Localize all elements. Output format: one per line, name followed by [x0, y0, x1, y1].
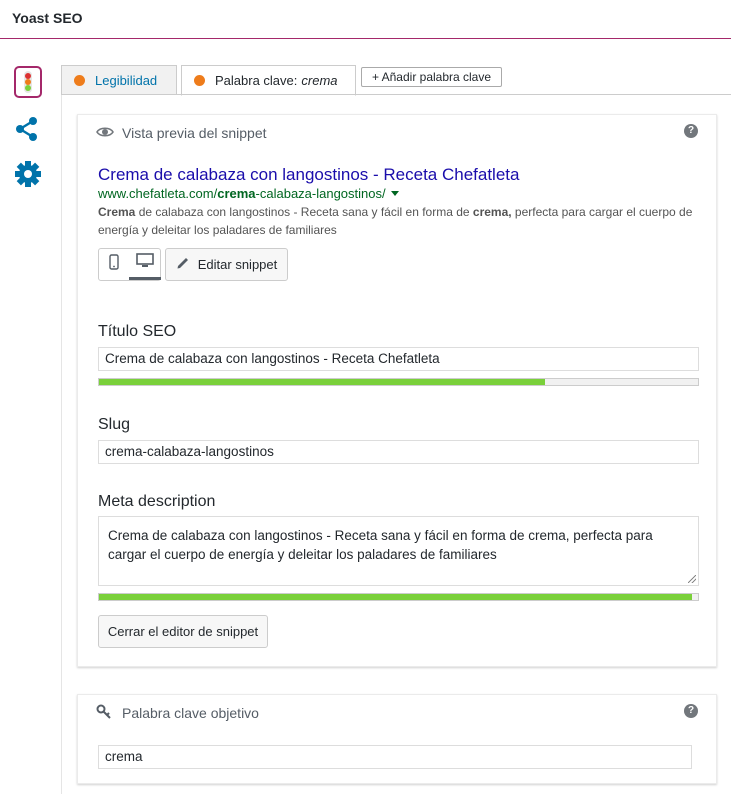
desktop-preview-button[interactable] [129, 249, 161, 280]
slug-input[interactable]: crema-calabaza-langostinos [98, 440, 699, 464]
focus-keyword-header[interactable]: Palabra clave objetivo ? [78, 695, 716, 731]
focus-keyword-panel: Palabra clave objetivo ? crema [77, 694, 717, 784]
serp-desc-part-1: de calabaza con langostinos - Receta san… [135, 205, 473, 219]
serp-url: www.chefatleta.com/crema-calabaza-langos… [98, 186, 399, 201]
caret-down-icon [390, 191, 399, 196]
page-title: Yoast SEO [12, 10, 83, 26]
traffic-light-icon[interactable] [14, 66, 42, 98]
pencil-icon [176, 256, 190, 273]
device-toggle-group [98, 248, 161, 281]
mobile-preview-button[interactable] [99, 249, 129, 280]
add-keyword-button[interactable]: + Añadir palabra clave [361, 67, 502, 87]
tab-keyword-label: Palabra clave: [215, 73, 298, 88]
desktop-icon [136, 252, 154, 274]
key-icon [96, 704, 112, 725]
slug-label: Slug [98, 416, 131, 433]
seo-title-progress [98, 378, 699, 386]
keyword-status-dot [194, 75, 205, 86]
close-snippet-editor-button[interactable]: Cerrar el editor de snippet [98, 615, 268, 648]
mobile-icon [109, 254, 119, 275]
tab-readability[interactable]: Legibilidad [61, 65, 177, 95]
snippet-panel-title: Vista previa del snippet [122, 125, 267, 141]
snippet-panel: Vista previa del snippet ? Crema de cala… [77, 114, 717, 667]
serp-url-domain: www.chefatleta.com/ [98, 186, 218, 201]
seo-title-label: Título SEO [98, 323, 177, 340]
meta-description-label: Meta description [98, 493, 216, 510]
gear-icon[interactable] [14, 160, 42, 193]
meta-description-progress-fill [99, 594, 692, 600]
meta-description-progress [98, 593, 699, 601]
yoast-header: Yoast SEO [0, 0, 731, 39]
sidebar-divider [61, 94, 62, 794]
seo-title-input[interactable]: Crema de calabaza con langostinos - Rece… [98, 347, 699, 371]
meta-description-text: Crema de calabaza con langostinos - Rece… [108, 528, 653, 562]
serp-desc-bold-1: Crema [98, 205, 136, 219]
tab-keyword[interactable]: Palabra clave: crema [181, 65, 356, 96]
seo-title-progress-fill [99, 379, 546, 385]
meta-description-textarea[interactable]: Crema de calabaza con langostinos - Rece… [98, 516, 699, 586]
snippet-panel-header[interactable]: Vista previa del snippet ? [78, 115, 716, 151]
tabs-divider [61, 94, 731, 95]
help-icon[interactable]: ? [684, 124, 698, 138]
share-icon[interactable] [14, 116, 40, 147]
serp-url-rest: -calabaza-langostinos/ [255, 186, 386, 201]
serp-title[interactable]: Crema de calabaza con langostinos - Rece… [98, 165, 519, 185]
eye-icon [96, 124, 114, 145]
tab-readability-label: Legibilidad [95, 72, 158, 88]
serp-desc-bold-2: crema, [472, 205, 512, 219]
edit-snippet-label: Editar snippet [197, 257, 278, 272]
readability-status-dot [74, 74, 85, 86]
focus-keyword-input[interactable]: crema [98, 745, 692, 769]
focus-keyword-title: Palabra clave objetivo [122, 705, 259, 721]
help-icon[interactable]: ? [684, 704, 698, 718]
serp-description: Crema de calabaza con langostinos - Rece… [98, 203, 698, 239]
edit-snippet-button[interactable]: Editar snippet [165, 248, 288, 281]
serp-url-keyword: crema [217, 186, 256, 201]
resize-handle-icon[interactable] [688, 575, 696, 583]
tab-keyword-value: crema [301, 73, 338, 88]
